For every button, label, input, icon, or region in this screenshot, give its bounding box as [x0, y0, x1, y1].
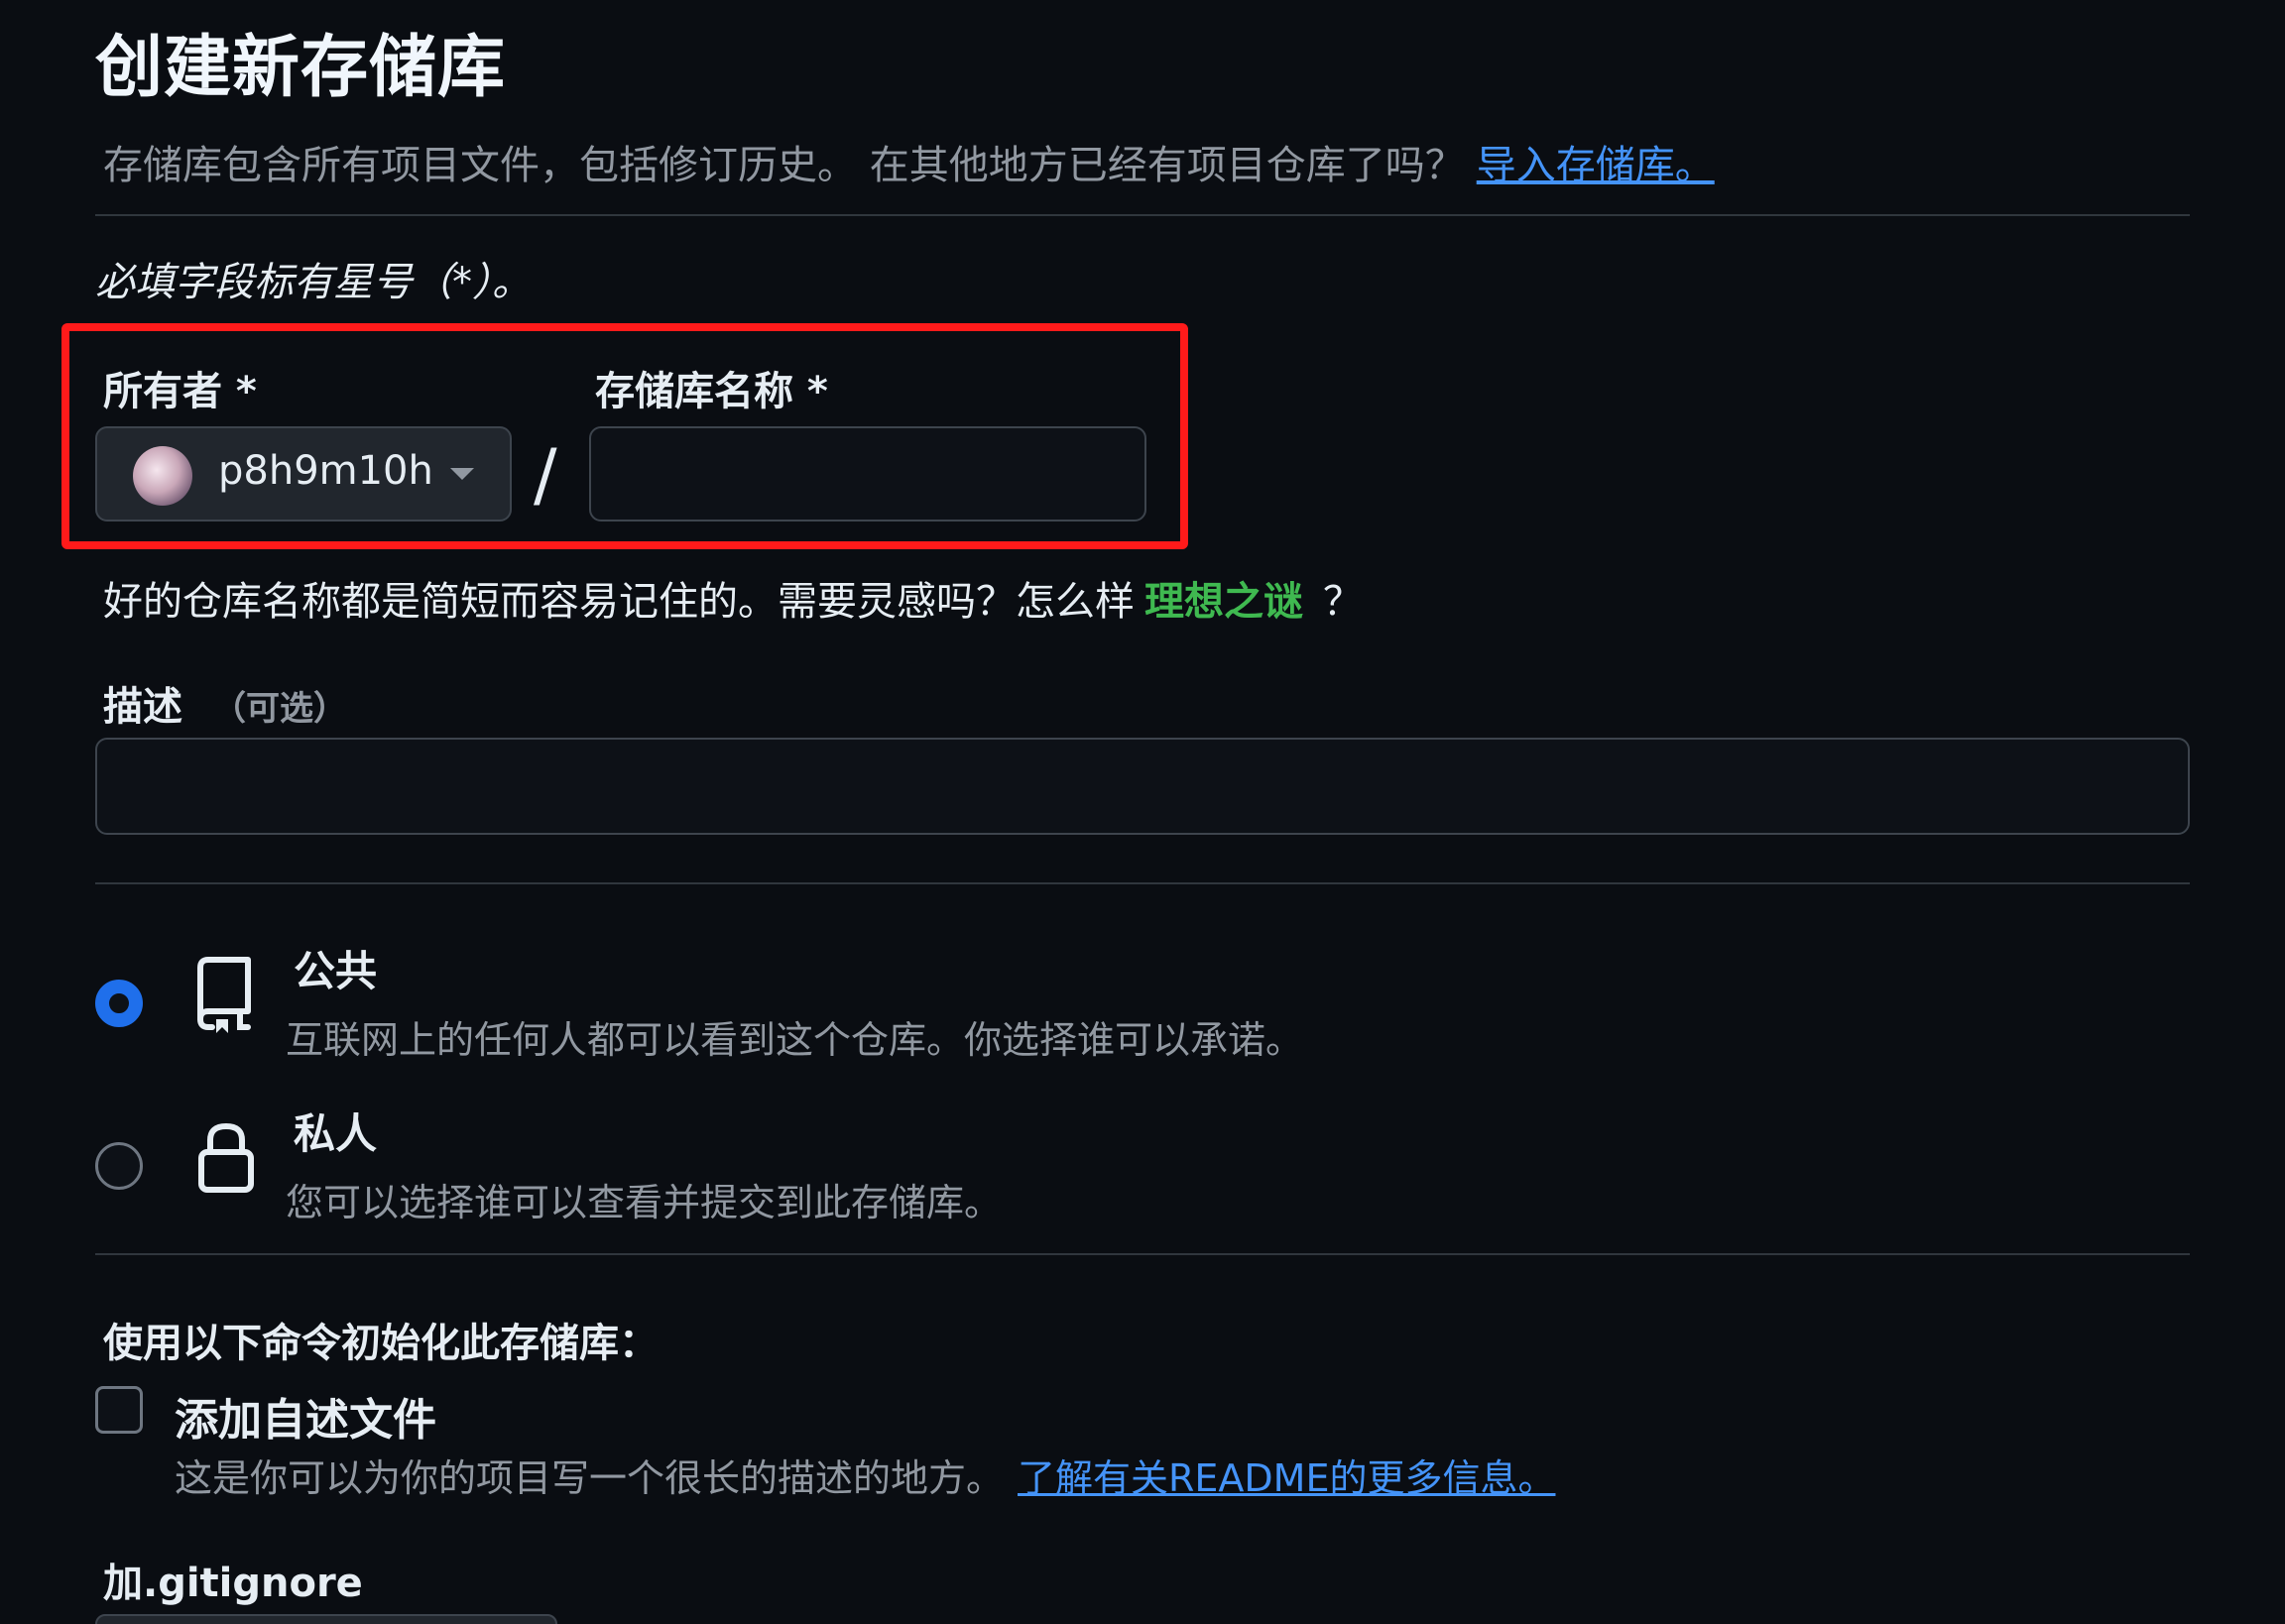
hint-suffix: ？ — [1323, 579, 1363, 625]
repo-name-label: 存储库名称 * — [595, 369, 828, 414]
public-title: 公共 — [294, 947, 378, 995]
private-title: 私人 — [294, 1109, 378, 1158]
create-repo-page: 创建新存储库 存储库包含所有项目文件，包括修订历史。 在其他地方已经有项目仓库了… — [0, 0, 2285, 1624]
init-heading: 使用以下命令初始化此存储库： — [103, 1321, 659, 1366]
gitignore-select[interactable] — [95, 1614, 557, 1624]
add-readme-checkbox[interactable] — [95, 1386, 143, 1434]
description-input[interactable] — [95, 738, 2190, 835]
caret-down-icon — [450, 468, 474, 480]
divider — [95, 1253, 2190, 1255]
divider — [95, 214, 2190, 216]
avatar — [133, 446, 192, 506]
page-subtitle: 存储库包含所有项目文件，包括修订历史。 在其他地方已经有项目仓库了吗？ 导入存储库… — [103, 133, 1715, 190]
import-repo-link[interactable]: 导入存储库。 — [1477, 143, 1715, 188]
add-readme-title: 添加自述文件 — [175, 1395, 436, 1446]
private-desc: 您可以选择谁可以查看并提交到此存储库。 — [286, 1181, 1003, 1224]
lock-icon — [198, 1122, 254, 1193]
page-title: 创建新存储库 — [95, 29, 507, 107]
description-label-text: 描述 — [103, 684, 182, 730]
description-label: 描述 （可选） — [103, 674, 347, 732]
subtitle-text: 存储库包含所有项目文件，包括修订历史。 在其他地方已经有项目仓库了吗？ — [103, 143, 1465, 188]
owner-select[interactable]: p8h9m10h — [95, 426, 512, 522]
owner-name: p8h9m10h — [218, 448, 433, 494]
readme-description: 这是你可以为你的项目写一个很长的描述的地方。 了解有关README的更多信息。 — [175, 1448, 1555, 1502]
repo-icon — [197, 957, 251, 1033]
repo-name-input[interactable] — [589, 426, 1146, 522]
required-fields-note: 必填字段标有星号（*）。 — [95, 260, 532, 305]
hint-text: 好的仓库名称都是简短而容易记住的。需要灵感吗？怎么样 — [103, 579, 1135, 625]
owner-repo-separator: / — [534, 434, 557, 516]
public-desc: 互联网上的任何人都可以看到这个仓库。你选择谁可以承诺。 — [286, 1018, 1304, 1062]
owner-label: 所有者 * — [103, 369, 257, 414]
gitignore-label: 加.gitignore — [103, 1561, 363, 1606]
readme-learn-more-link[interactable]: 了解有关README的更多信息。 — [1018, 1456, 1555, 1500]
optional-tag: （可选） — [212, 689, 347, 729]
divider — [95, 882, 2190, 884]
name-hint: 好的仓库名称都是简短而容易记住的。需要灵感吗？怎么样 理想之谜 ？ — [103, 569, 1363, 627]
public-radio[interactable] — [95, 980, 143, 1027]
readme-desc-text: 这是你可以为你的项目写一个很长的描述的地方。 — [175, 1456, 1005, 1500]
name-suggestion[interactable]: 理想之谜 — [1144, 579, 1303, 625]
private-radio[interactable] — [95, 1142, 143, 1190]
